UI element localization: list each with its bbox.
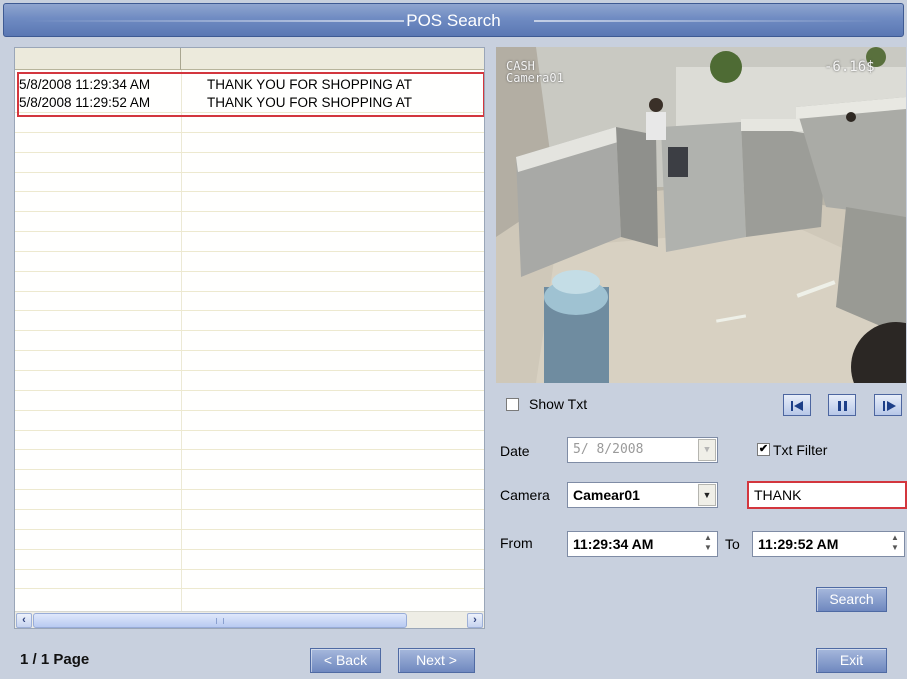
scroll-right-icon[interactable]: › — [467, 613, 483, 628]
grid-line — [15, 569, 484, 570]
scroll-grip-icon — [216, 618, 224, 624]
grid-line — [15, 509, 484, 510]
back-button[interactable]: < Back — [310, 648, 381, 673]
txt-filter-label: Txt Filter — [773, 442, 828, 458]
skip-to-start-icon[interactable] — [783, 394, 811, 416]
to-time-value: 11:29:52 AM — [758, 536, 839, 552]
grid-line — [15, 370, 484, 371]
window-title: POS Search — [406, 11, 501, 30]
grid-line — [15, 172, 484, 173]
show-txt-label: Show Txt — [529, 396, 588, 412]
grid-line — [15, 529, 484, 530]
page-indicator: 1 / 1 Page — [20, 651, 90, 668]
date-value: 5/ 8/2008 — [573, 442, 644, 457]
from-time-input[interactable]: 11:29:34 AM ▲ ▼ — [567, 531, 718, 557]
camera-value: Camear01 — [573, 487, 640, 503]
search-match-highlight — [17, 72, 484, 117]
scroll-thumb[interactable] — [33, 613, 407, 628]
grid-line — [15, 410, 484, 411]
grid-line — [15, 588, 484, 589]
txt-filter-value: THANK — [754, 487, 802, 503]
grid-line — [15, 211, 484, 212]
scroll-left-icon[interactable]: ‹ — [16, 613, 32, 628]
title-bar: POS Search — [3, 3, 904, 37]
grid-line — [15, 390, 484, 391]
horizontal-scrollbar[interactable]: ‹ › — [15, 611, 484, 628]
grid-line — [15, 271, 484, 272]
grid-line — [15, 310, 484, 311]
exit-button[interactable]: Exit — [816, 648, 887, 673]
grid-line — [15, 489, 484, 490]
grid-line — [15, 350, 484, 351]
play-step-icon[interactable] — [874, 394, 902, 416]
txt-filter-input[interactable]: THANK — [747, 481, 907, 509]
date-label: Date — [500, 443, 530, 459]
to-label: To — [725, 536, 740, 552]
grid-line — [15, 152, 484, 153]
next-button[interactable]: Next > — [398, 648, 475, 673]
camera-video-frame: CASH Camera01 -6.16$ — [496, 47, 906, 383]
camera-scene-image — [496, 47, 906, 383]
txt-filter-checkbox[interactable]: ✔ — [757, 443, 770, 456]
list-header — [15, 48, 484, 70]
results-list[interactable]: 5/8/2008 11:29:34 AM THANK YOU FOR SHOPP… — [14, 47, 485, 629]
grid-line — [15, 430, 484, 431]
show-txt-checkbox[interactable] — [506, 398, 519, 411]
grid-line — [15, 449, 484, 450]
camera-label: Camera — [500, 487, 550, 503]
to-time-input[interactable]: 11:29:52 AM ▲ ▼ — [752, 531, 905, 557]
osd-camera-name: Camera01 — [506, 71, 564, 85]
column-divider[interactable] — [180, 48, 181, 70]
pause-icon[interactable] — [828, 394, 856, 416]
from-label: From — [500, 535, 533, 551]
osd-amount: -6.16$ — [824, 59, 875, 75]
chevron-down-icon[interactable]: ▼ — [698, 484, 716, 506]
time-spinner-icon[interactable]: ▲ ▼ — [887, 533, 903, 555]
from-time-value: 11:29:34 AM — [573, 536, 654, 552]
date-picker[interactable]: 5/ 8/2008 ▼ — [567, 437, 718, 463]
chevron-down-icon[interactable]: ▼ — [698, 439, 716, 461]
camera-select[interactable]: Camear01 ▼ — [567, 482, 718, 508]
grid-line — [15, 191, 484, 192]
grid-line — [15, 549, 484, 550]
grid-line — [15, 251, 484, 252]
grid-line — [15, 132, 484, 133]
grid-line — [15, 291, 484, 292]
grid-line — [15, 330, 484, 331]
time-spinner-icon[interactable]: ▲ ▼ — [700, 533, 716, 555]
search-button[interactable]: Search — [816, 587, 887, 612]
grid-line — [15, 469, 484, 470]
grid-line — [15, 231, 484, 232]
